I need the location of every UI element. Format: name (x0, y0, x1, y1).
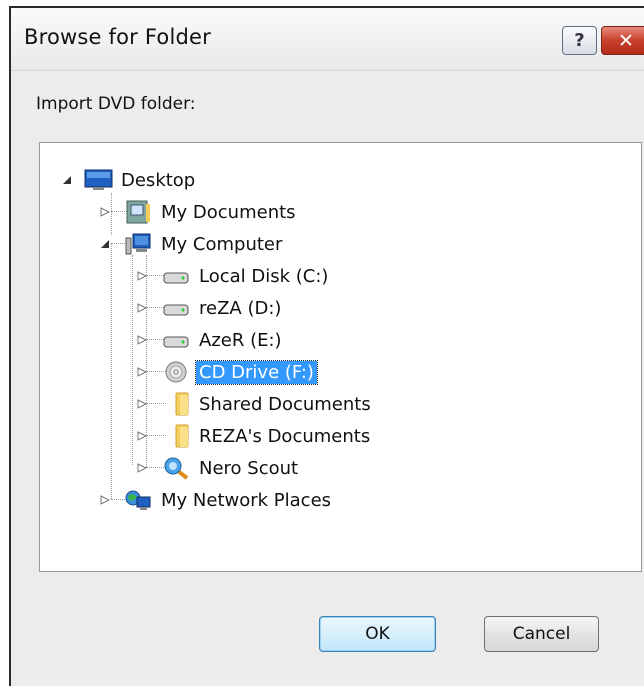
expand-toggle[interactable] (98, 493, 112, 507)
expand-toggle[interactable] (98, 237, 112, 251)
close-button[interactable]: ✕ (601, 26, 644, 55)
tree-item-label: CD Drive (F:) (195, 359, 318, 385)
tree-item-my-documents[interactable]: My Documents (124, 197, 299, 227)
tree-item-azer-e[interactable]: AzeR (E:) (162, 325, 285, 355)
tree-item-reza-d[interactable]: reZA (D:) (162, 293, 284, 323)
browse-for-folder-dialog: Browse for Folder ? ✕ Import DVD folder: (9, 6, 644, 686)
expand-triangle-icon (137, 367, 147, 377)
tree-item-desktop[interactable]: Desktop (84, 165, 198, 195)
collapse-triangle-icon (101, 240, 109, 248)
folder-icon (162, 424, 190, 448)
expand-triangle-icon (100, 207, 110, 217)
tree-item-label: Nero Scout (199, 457, 299, 479)
tree-connector (111, 243, 112, 499)
tree-connector (132, 255, 133, 465)
expand-triangle-icon (137, 431, 147, 441)
tree-item-shared-documents[interactable]: Shared Documents (162, 389, 374, 419)
expand-toggle[interactable] (60, 173, 74, 187)
tree-item-label: My Computer (161, 233, 283, 255)
hard-drive-icon (162, 328, 190, 352)
my-documents-icon (124, 200, 152, 224)
folder-icon (162, 392, 190, 416)
network-places-icon (124, 488, 152, 512)
tree-item-label: Local Disk (C:) (199, 265, 329, 287)
cancel-button[interactable]: Cancel (484, 616, 599, 652)
dialog-prompt: Import DVD folder: (36, 94, 196, 114)
tree-item-label: My Network Places (161, 489, 332, 511)
expand-triangle-icon (137, 335, 147, 345)
expand-triangle-icon (100, 495, 110, 505)
expand-toggle[interactable] (98, 205, 112, 219)
tree-item-local-disk-c[interactable]: Local Disk (C:) (162, 261, 331, 291)
expand-toggle[interactable] (135, 429, 149, 443)
expand-toggle[interactable] (135, 333, 149, 347)
cd-drive-icon (162, 360, 190, 384)
desktop-icon (84, 168, 113, 192)
expand-triangle-icon (137, 303, 147, 313)
tree-item-label: AzeR (E:) (199, 329, 282, 351)
close-icon: ✕ (618, 29, 634, 52)
ok-button[interactable]: OK (319, 616, 436, 652)
expand-triangle-icon (137, 399, 147, 409)
expand-triangle-icon (137, 463, 147, 473)
expand-toggle[interactable] (135, 301, 149, 315)
hard-drive-icon (162, 264, 190, 288)
tree-item-my-network-places[interactable]: My Network Places (124, 485, 334, 515)
tree-item-label: REZA's Documents (199, 425, 371, 447)
tree-item-label: My Documents (161, 201, 296, 223)
dialog-title: Browse for Folder (24, 25, 211, 49)
expand-toggle[interactable] (135, 269, 149, 283)
collapse-triangle-icon (63, 176, 71, 184)
tree-item-rezas-documents[interactable]: REZA's Documents (162, 421, 373, 451)
title-bar[interactable]: Browse for Folder ? ✕ (11, 8, 644, 71)
tree-item-my-computer[interactable]: My Computer (124, 229, 285, 259)
expand-toggle[interactable] (135, 461, 149, 475)
expand-triangle-icon (137, 271, 147, 281)
nero-scout-icon (162, 456, 190, 480)
tree-item-label: Desktop (121, 169, 196, 191)
tree-item-cd-drive-f[interactable]: CD Drive (F:) (162, 357, 318, 387)
tree-item-nero-scout[interactable]: Nero Scout (162, 453, 301, 483)
tree-item-label: Shared Documents (199, 393, 371, 415)
hard-drive-icon (162, 296, 190, 320)
tree-item-label: reZA (D:) (199, 297, 282, 319)
folder-tree-view[interactable]: Desktop My Documents My Computer Local D… (39, 142, 642, 572)
expand-toggle[interactable] (135, 365, 149, 379)
my-computer-icon (124, 232, 152, 256)
help-icon: ? (574, 30, 585, 51)
help-button[interactable]: ? (562, 26, 597, 55)
expand-toggle[interactable] (135, 397, 149, 411)
